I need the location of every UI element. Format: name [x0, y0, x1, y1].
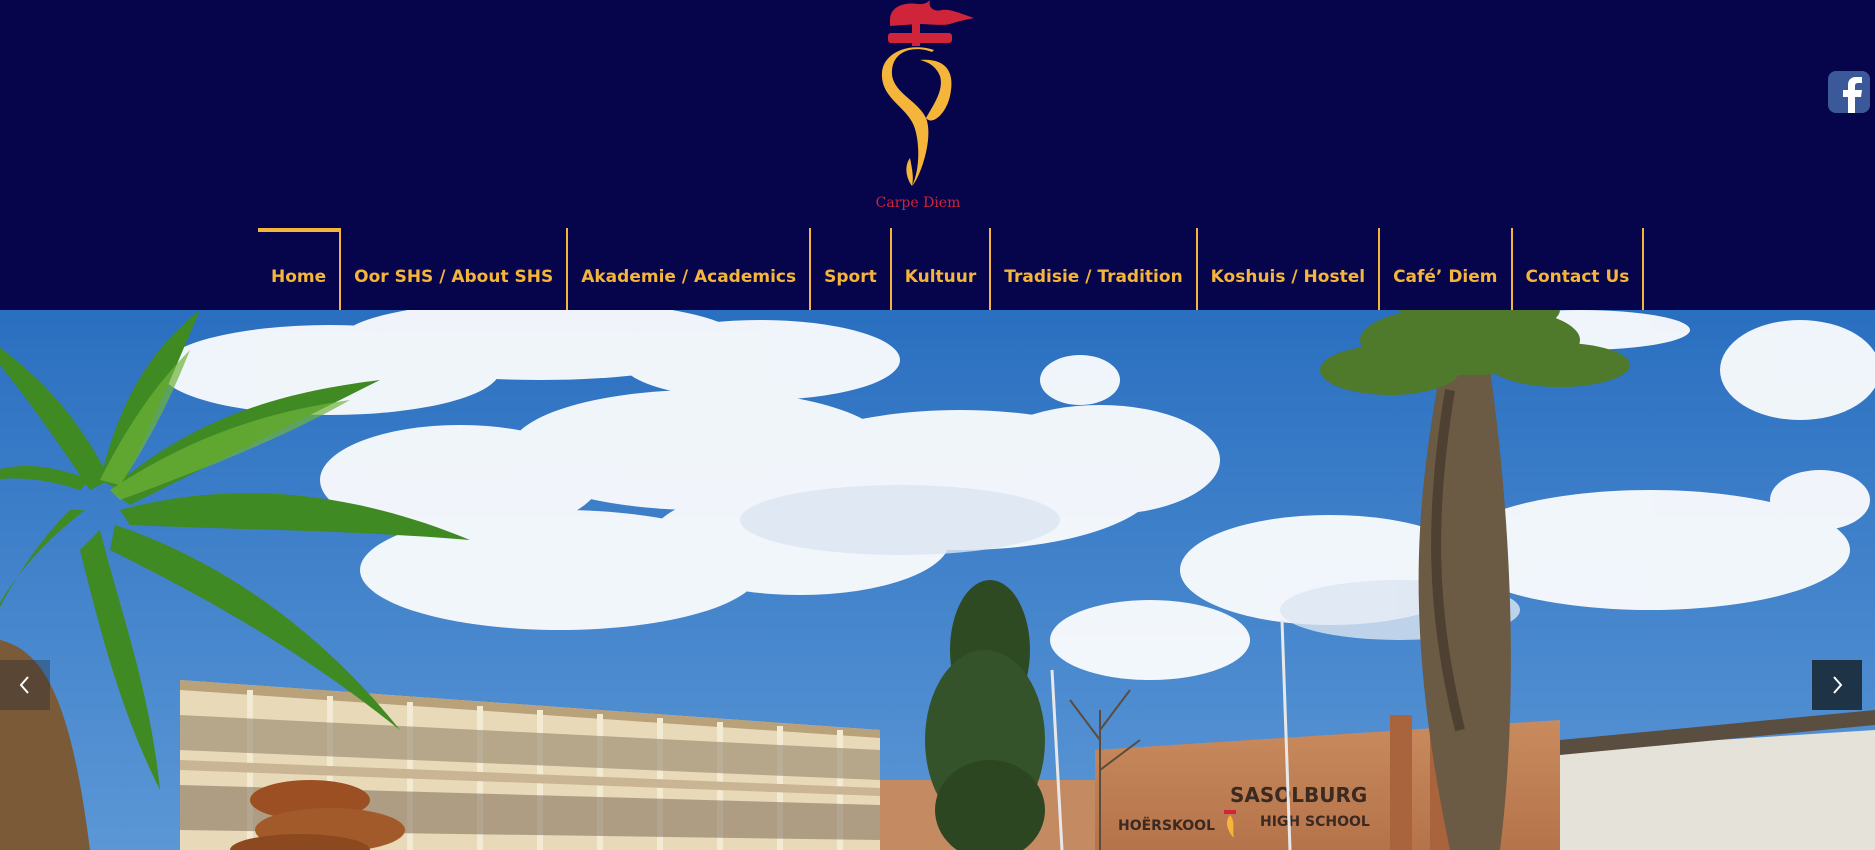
- main-navigation: Home Oor SHS / About SHS Akademie / Acad…: [258, 228, 1645, 310]
- site-header: Carpe Diem Home Oor SHS / About SHS Akad…: [0, 0, 1875, 310]
- chevron-left-icon: [19, 676, 29, 694]
- nav-item-about[interactable]: Oor SHS / About SHS: [341, 228, 569, 310]
- school-logo[interactable]: Carpe Diem: [860, 0, 980, 220]
- nav-item-label: Kultuur: [904, 267, 977, 287]
- nav-item-culture[interactable]: Kultuur: [892, 228, 992, 310]
- logo-emblem-icon: [881, 0, 974, 186]
- hero-slider: SASOLBURG HOËRSKOOL HIGH SCHOOL: [0, 310, 1875, 850]
- nav-item-label: Akademie / Academics: [581, 267, 797, 287]
- nav-item-cafe[interactable]: Café’ Diem: [1380, 228, 1513, 310]
- nav-item-hostel[interactable]: Koshuis / Hostel: [1198, 228, 1381, 310]
- nav-item-tradition[interactable]: Tradisie / Tradition: [991, 228, 1198, 310]
- chevron-right-icon: [1833, 676, 1843, 694]
- school-photo: SASOLBURG HOËRSKOOL HIGH SCHOOL: [0, 310, 1875, 850]
- nav-item-label: Contact Us: [1525, 267, 1630, 287]
- building-sign-left: HOËRSKOOL: [1118, 817, 1215, 834]
- building-sign-right: HIGH SCHOOL: [1260, 814, 1370, 830]
- building-sign-name: SASOLBURG: [1230, 783, 1367, 807]
- facebook-icon: [1843, 77, 1862, 113]
- slider-next-button[interactable]: [1812, 660, 1862, 710]
- school-motto: Carpe Diem: [875, 195, 961, 211]
- nav-item-label: Sport: [824, 267, 877, 287]
- nav-item-label: Home: [271, 267, 327, 287]
- slider-prev-button[interactable]: [0, 660, 50, 710]
- nav-item-label: Koshuis / Hostel: [1210, 267, 1366, 287]
- nav-item-academics[interactable]: Akademie / Academics: [568, 228, 812, 310]
- nav-item-label: Oor SHS / About SHS: [354, 267, 554, 287]
- facebook-button[interactable]: [1828, 71, 1870, 113]
- nav-item-label: Tradisie / Tradition: [1004, 267, 1183, 287]
- nav-item-label: Café’ Diem: [1393, 267, 1498, 287]
- nav-item-sport[interactable]: Sport: [811, 228, 892, 310]
- nav-item-contact[interactable]: Contact Us: [1513, 228, 1645, 310]
- nav-item-home[interactable]: Home: [258, 228, 342, 310]
